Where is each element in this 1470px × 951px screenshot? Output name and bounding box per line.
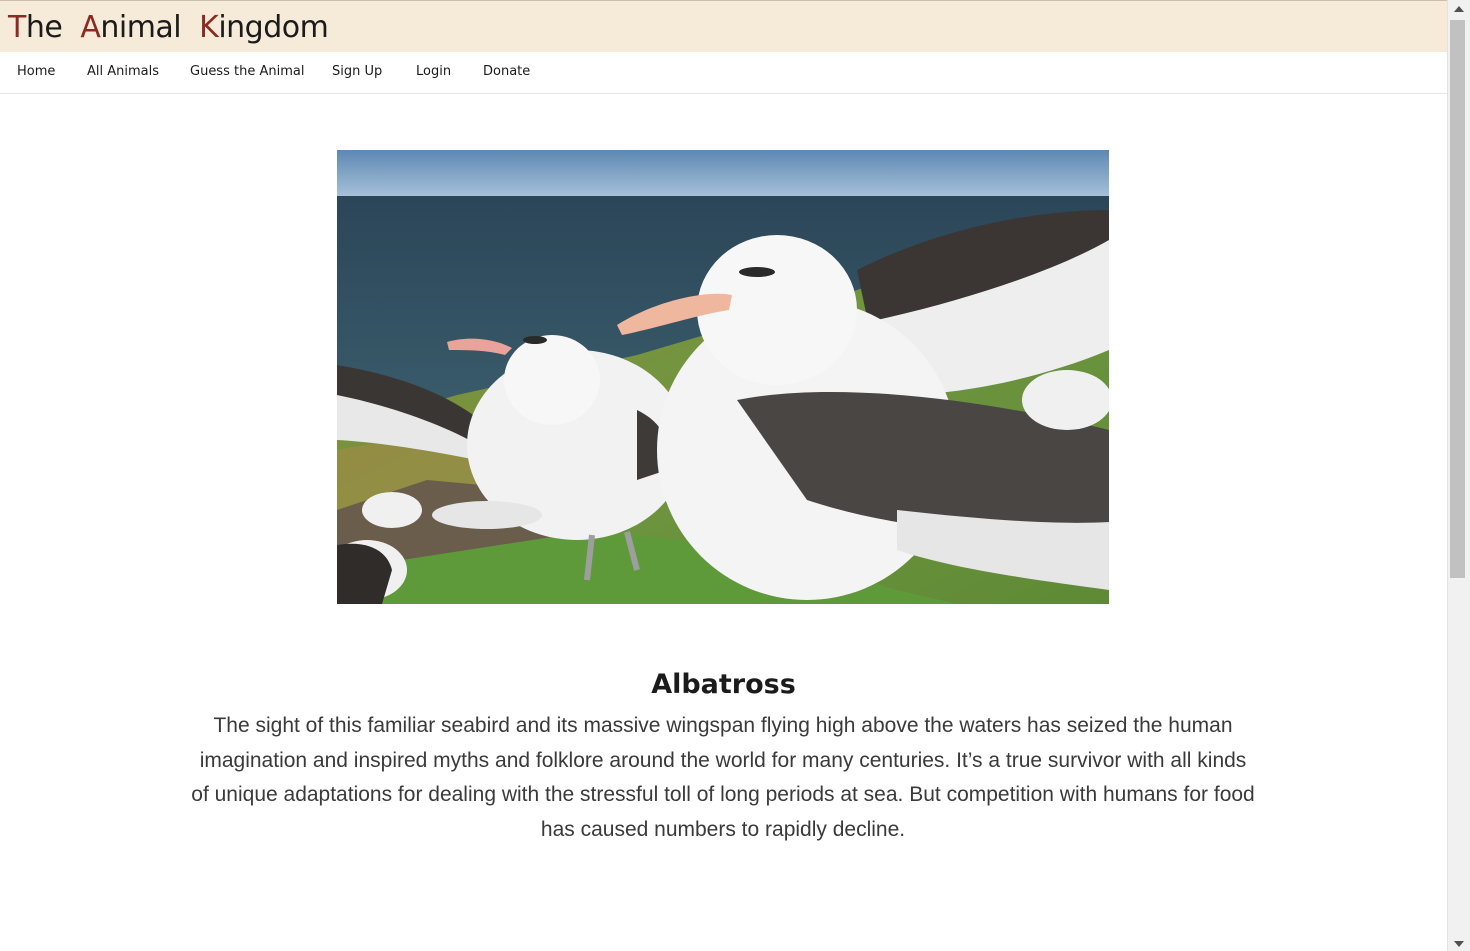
site-title-word: The <box>8 10 63 45</box>
site-header: The Animal Kingdom <box>0 1 1447 52</box>
site-title-word: Animal <box>80 10 182 45</box>
main-nav: Home All Animals Guess the Animal Sign U… <box>0 52 1447 94</box>
nav-sign-up[interactable]: Sign Up <box>332 64 382 79</box>
albatross-photo <box>337 150 1109 604</box>
nav-home[interactable]: Home <box>17 64 55 79</box>
nav-login[interactable]: Login <box>416 64 451 79</box>
vertical-scrollbar[interactable] <box>1447 0 1470 951</box>
site-title[interactable]: The Animal Kingdom <box>8 9 346 47</box>
nav-donate[interactable]: Donate <box>483 64 530 79</box>
site-title-word: Kingdom <box>199 10 329 45</box>
albatross-photo-illustration <box>337 150 1109 604</box>
scroll-down-arrow-icon[interactable] <box>1454 941 1464 947</box>
scroll-up-arrow-icon[interactable] <box>1454 6 1464 12</box>
page-viewport: The Animal Kingdom Home All Animals Guess … <box>0 0 1447 951</box>
animal-name: Albatross <box>651 669 796 700</box>
animal-description: The sight of this familiar seabird and i… <box>191 714 1255 841</box>
scrollbar-thumb[interactable] <box>1450 20 1465 578</box>
nav-all-animals[interactable]: All Animals <box>87 64 159 79</box>
nav-guess-the-animal[interactable]: Guess the Animal <box>190 64 304 79</box>
